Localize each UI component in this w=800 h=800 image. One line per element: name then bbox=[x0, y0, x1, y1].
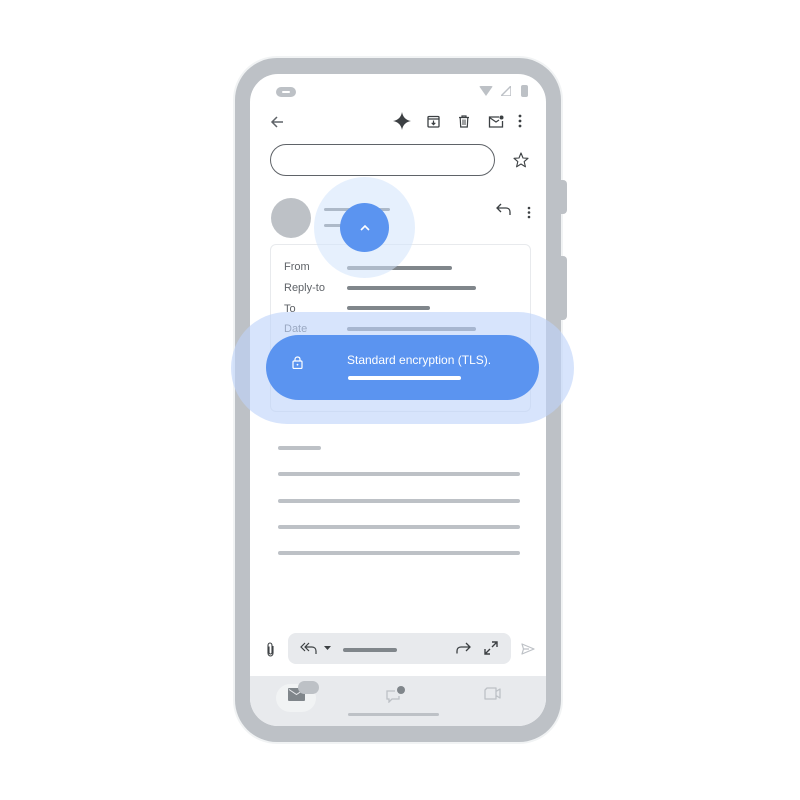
archive-icon[interactable] bbox=[426, 114, 440, 128]
expand-details-button[interactable] bbox=[340, 203, 389, 252]
body-line bbox=[278, 472, 520, 476]
detail-label-reply-to: Reply-to bbox=[284, 282, 325, 294]
detail-value-to bbox=[347, 306, 430, 310]
attach-icon[interactable] bbox=[264, 641, 276, 657]
body-line bbox=[278, 551, 520, 555]
sender-avatar[interactable] bbox=[271, 198, 311, 238]
mail-badge bbox=[298, 681, 319, 694]
detail-value-reply-to bbox=[347, 286, 476, 290]
lock-icon bbox=[292, 356, 303, 369]
wifi-icon bbox=[479, 86, 493, 96]
mark-unread-icon[interactable] bbox=[488, 114, 504, 128]
power-button bbox=[558, 180, 567, 214]
body-line bbox=[278, 499, 520, 503]
reply-all-icon[interactable] bbox=[300, 641, 317, 655]
more-vert-icon[interactable] bbox=[518, 114, 522, 128]
home-indicator bbox=[348, 713, 439, 716]
sparkle-icon[interactable] bbox=[393, 112, 411, 130]
dropdown-arrow-icon[interactable] bbox=[323, 645, 331, 651]
reply-text-placeholder bbox=[343, 648, 397, 652]
reply-icon[interactable] bbox=[495, 202, 511, 216]
body-line bbox=[278, 525, 520, 529]
forward-icon[interactable] bbox=[456, 642, 471, 654]
chat-icon[interactable] bbox=[386, 686, 406, 703]
more-vert-icon[interactable] bbox=[527, 205, 531, 219]
body-line bbox=[278, 446, 321, 450]
delete-icon[interactable] bbox=[457, 114, 471, 128]
volume-button bbox=[558, 256, 567, 320]
detail-label-from: From bbox=[284, 261, 310, 273]
star-outline-icon[interactable] bbox=[512, 151, 529, 168]
battery-icon bbox=[521, 85, 528, 97]
chevron-up-icon bbox=[359, 224, 370, 231]
subject-placeholder bbox=[270, 144, 495, 176]
encryption-text: Standard encryption (TLS). bbox=[347, 353, 492, 367]
send-icon[interactable] bbox=[521, 643, 535, 655]
status-pill bbox=[276, 87, 296, 97]
reply-compose-field[interactable] bbox=[288, 633, 511, 664]
signal-icon bbox=[501, 86, 511, 96]
encryption-link-placeholder bbox=[348, 376, 461, 380]
meet-icon[interactable] bbox=[484, 687, 501, 700]
expand-icon[interactable] bbox=[484, 641, 498, 655]
encryption-banner[interactable]: Standard encryption (TLS). bbox=[266, 335, 539, 400]
arrow-back-icon[interactable] bbox=[269, 114, 285, 130]
